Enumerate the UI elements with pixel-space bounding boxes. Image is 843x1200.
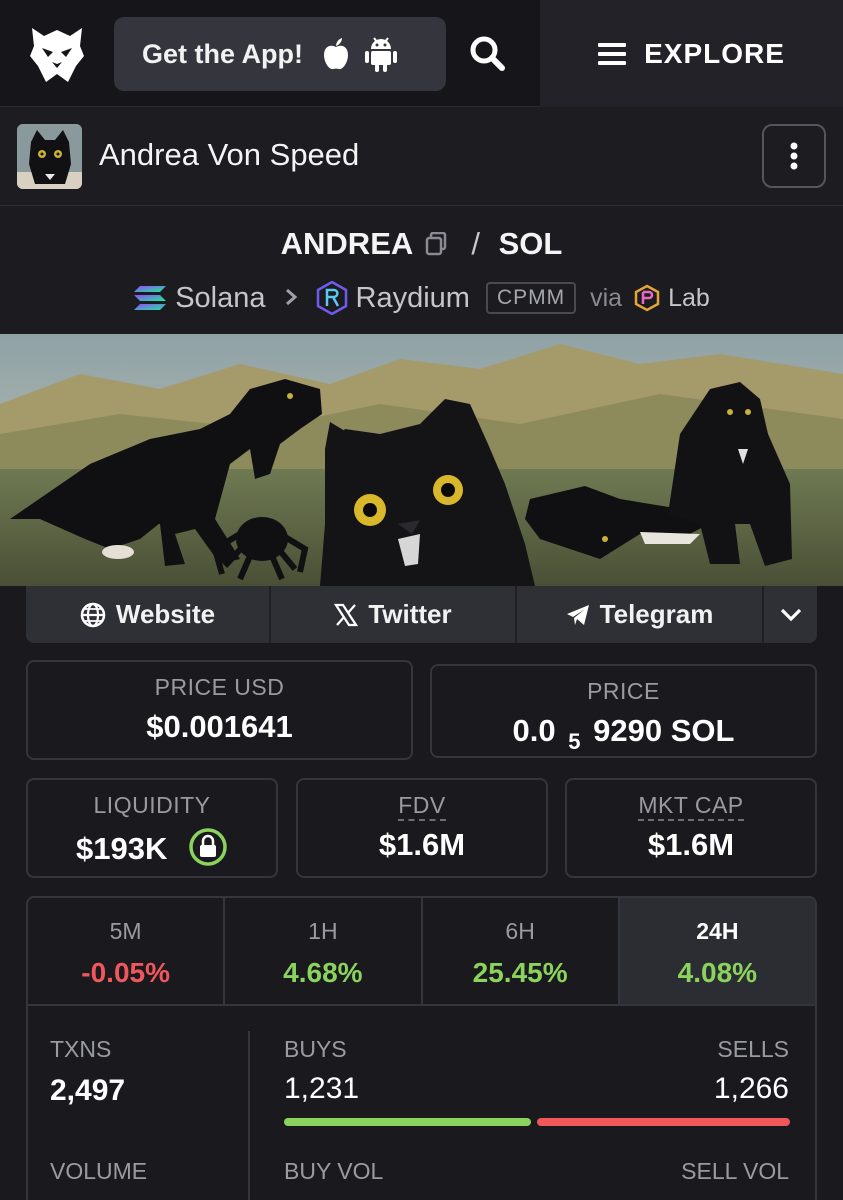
tab-6h[interactable]: 6H 25.45% [423,898,620,1004]
get-app-label: Get the App! [142,38,303,69]
tab-period: 1H [308,918,338,944]
price-native-label: PRICE [587,678,660,704]
explore-label: EXPLORE [644,37,785,69]
buy-volume-label: BUY VOL [284,1158,384,1184]
token-avatar [17,124,82,189]
search-icon[interactable] [466,32,510,76]
txns-label: TXNS [50,1036,112,1062]
fdv-card: FDV $1.6M [296,778,548,878]
chain-name[interactable]: Solana [175,282,265,315]
txns-value: 2,497 [50,1074,126,1107]
x-logo-icon [334,603,359,627]
tab-24h[interactable]: 24H 4.08% [619,898,815,1004]
sells-label: SELLS [717,1036,789,1062]
globe-icon [80,602,106,628]
price-usd-card: PRICE USD $0.001641 [26,660,413,760]
dex-name[interactable]: Raydium [356,282,470,315]
pool-type-badge: CPMM [485,282,577,314]
android-icon [365,36,397,72]
raydium-icon [316,281,348,315]
pair-separator: / [471,226,480,261]
more-links-button[interactable] [764,586,817,643]
price-native-prefix: 0.0 [512,713,556,748]
price-usd-value: $0.001641 [146,709,293,744]
tab-change-value: 4.08% [677,957,758,988]
top-bar: Get the App! EXPLORE [0,0,843,107]
market-cap-value: $1.6M [647,827,735,862]
price-native-suffix: 9290 SOL [593,713,735,748]
pair-section: ANDREA / SOL Solana Raydium CPMM via Lab [0,206,843,334]
price-change-tabs: 5M -0.05% 1H 4.68% 6H 25.45% 24H 4.08% [26,896,817,1006]
buys-label: BUYS [284,1036,347,1062]
website-link[interactable]: Website [26,586,271,643]
twitter-label: Twitter [368,599,452,629]
more-options-button[interactable] [762,124,826,188]
dexscreener-logo-icon[interactable] [24,22,90,88]
tab-period: 6H [505,918,535,944]
chevron-right-icon [284,282,298,315]
token-header: Andrea Von Speed [0,107,843,206]
sell-volume-label: SELL VOL [681,1158,789,1184]
lock-icon[interactable] [188,827,228,875]
liquidity-card: LIQUIDITY $193K [26,778,278,878]
solana-icon [133,284,167,312]
launchpad-name[interactable]: Lab [668,284,710,313]
launchpad-icon [634,284,660,312]
explore-button[interactable]: EXPLORE [540,0,843,107]
volume-label: VOLUME [50,1158,148,1184]
stats-divider [248,1031,250,1200]
sells-ratio-bar [537,1118,790,1126]
token-banner-image [0,334,843,586]
tab-period: 5M [109,918,142,944]
get-app-button[interactable]: Get the App! [114,17,446,91]
tab-1h[interactable]: 1H 4.68% [225,898,423,1004]
social-links-bar: Website Twitter Telegram [26,586,817,643]
pair-title: ANDREA / SOL [0,226,843,264]
tab-change-value: -0.05% [81,957,170,988]
kebab-menu-icon [790,142,798,170]
liquidity-label: LIQUIDITY [93,792,211,818]
telegram-label: Telegram [599,599,714,629]
via-label: via [590,283,623,312]
market-cap-label[interactable]: MKT CAP [638,792,744,821]
market-cap-card: MKT CAP $1.6M [565,778,817,878]
copy-icon[interactable] [425,228,447,264]
website-label: Website [115,599,216,629]
tab-period: 24H [696,918,739,944]
buys-ratio-bar [284,1118,531,1126]
apple-icon [321,37,351,71]
liquidity-value-row: $193K [28,827,276,875]
sells-value: 1,266 [713,1072,789,1105]
tab-change-value: 25.45% [472,957,568,988]
chevron-down-icon [779,599,803,630]
price-native-card: PRICE 0.0 5 9290 SOL [430,664,817,758]
tab-change-value: 4.68% [283,957,363,988]
base-symbol: ANDREA [280,226,413,261]
price-usd-label: PRICE USD [154,674,285,700]
price-native-subscript: 5 [568,729,581,754]
price-native-value: 0.0 5 9290 SOL [432,713,815,754]
telegram-link[interactable]: Telegram [517,586,764,643]
tab-5m[interactable]: 5M -0.05% [28,898,226,1004]
twitter-link[interactable]: Twitter [271,586,517,643]
menu-icon [598,42,627,66]
quote-symbol: SOL [498,226,563,261]
pair-route: Solana Raydium CPMM via Lab [0,278,843,318]
token-name: Andrea Von Speed [99,137,360,172]
telegram-icon [566,604,590,626]
transaction-stats: TXNS 2,497 BUYS 1,231 SELLS 1,266 VOLUME… [26,1006,817,1200]
fdv-label[interactable]: FDV [398,792,446,821]
buys-value: 1,231 [284,1072,360,1105]
liquidity-value: $193K [76,831,168,867]
fdv-value: $1.6M [378,827,466,862]
